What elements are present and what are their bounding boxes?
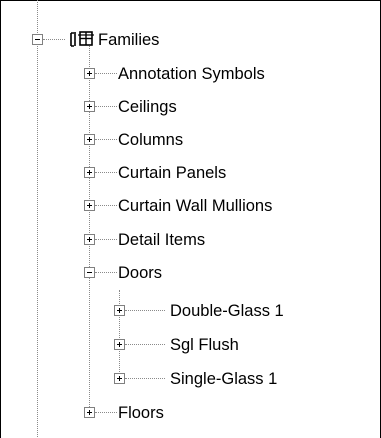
expand-toggle-sgl-flush[interactable] — [114, 339, 125, 350]
expand-toggle-annotation-symbols[interactable] — [84, 68, 95, 79]
tree-connector — [43, 39, 65, 40]
tree-connector — [95, 272, 117, 273]
tree-connector — [95, 205, 117, 206]
expand-toggle-single-glass-1[interactable] — [114, 373, 125, 384]
tree-connector — [95, 106, 117, 107]
tree-connector — [95, 239, 117, 240]
tree-connector — [95, 73, 117, 74]
expand-toggle-columns[interactable] — [84, 134, 95, 145]
expand-toggle-curtain-panels[interactable] — [84, 167, 95, 178]
expand-toggle-ceilings[interactable] — [84, 101, 95, 112]
collapse-toggle-doors[interactable] — [84, 267, 95, 278]
tree-item-label[interactable]: Curtain Wall Mullions — [118, 196, 272, 216]
tree-connector — [125, 344, 165, 345]
tree-item-label[interactable]: Columns — [118, 130, 183, 150]
tree-item-label-families[interactable]: Families — [98, 30, 159, 50]
tree-item-label[interactable]: Annotation Symbols — [118, 64, 265, 84]
expand-toggle-curtain-wall-mullions[interactable] — [84, 200, 95, 211]
tree-item-label[interactable]: Double-Glass 1 — [170, 301, 284, 321]
tree-connector — [95, 139, 117, 140]
tree-connector — [95, 172, 117, 173]
expand-toggle-double-glass-1[interactable] — [114, 305, 125, 316]
tree-connector — [37, 0, 38, 437]
expand-toggle-floors[interactable] — [84, 407, 95, 418]
tree-item-label[interactable]: Single-Glass 1 — [170, 369, 277, 389]
families-icon — [70, 31, 94, 47]
tree-item-label[interactable]: Detail Items — [118, 230, 205, 250]
tree-connector — [95, 412, 117, 413]
tree-item-label[interactable]: Floors — [118, 403, 164, 423]
tree-view: Families Annotation Symbols Ceilings Col… — [0, 0, 381, 437]
tree-connector — [89, 44, 90, 409]
collapse-toggle-families[interactable] — [32, 34, 43, 45]
tree-item-label[interactable]: Curtain Panels — [118, 163, 226, 183]
tree-connector — [119, 290, 120, 378]
tree-item-label[interactable]: Ceilings — [118, 97, 177, 117]
tree-item-label[interactable]: Doors — [118, 263, 162, 283]
expand-toggle-detail-items[interactable] — [84, 234, 95, 245]
tree-connector — [125, 310, 165, 311]
tree-item-label[interactable]: Sgl Flush — [170, 335, 239, 355]
tree-connector — [125, 378, 165, 379]
